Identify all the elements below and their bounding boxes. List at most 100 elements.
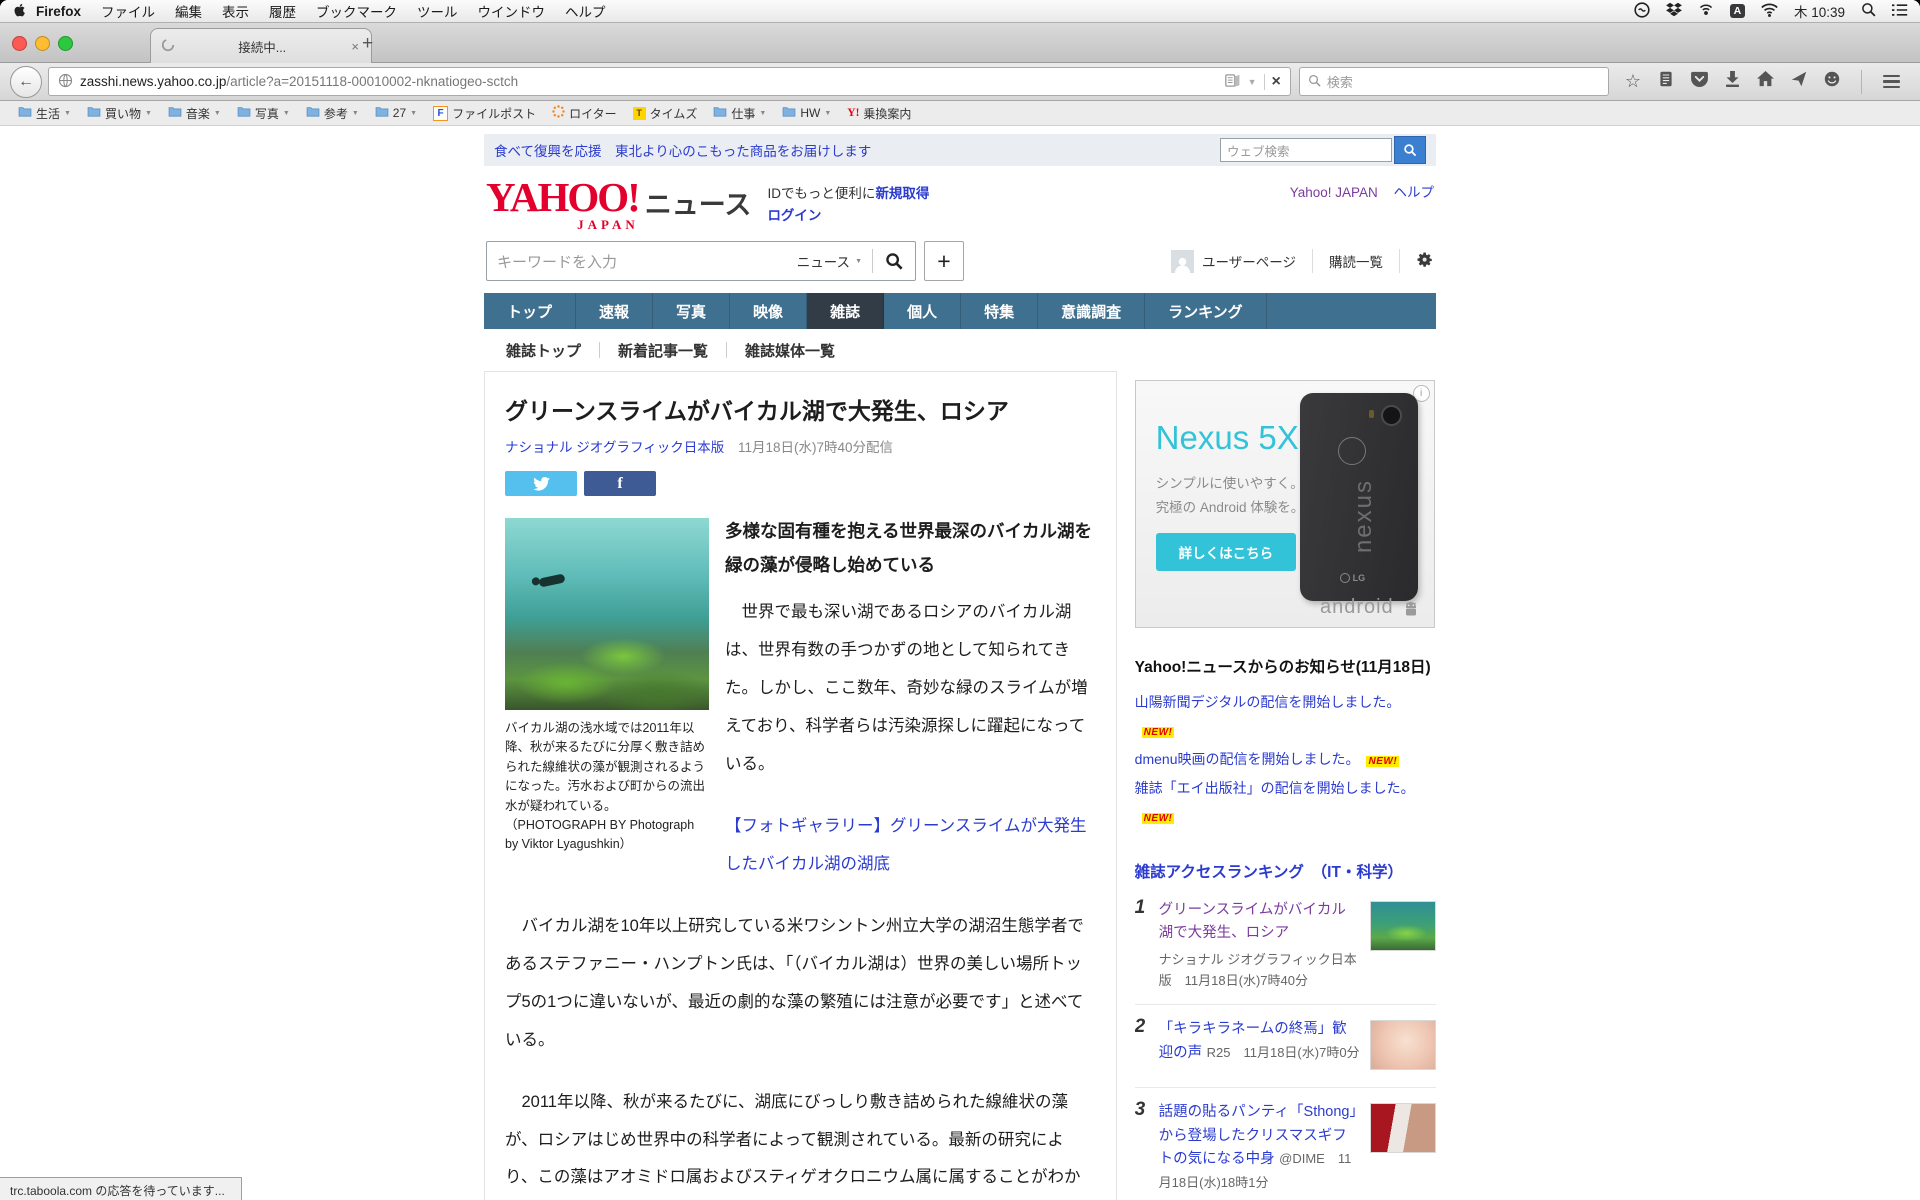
menubar-item-window[interactable]: ウインドウ xyxy=(468,1,556,21)
tab-magazine[interactable]: 雑誌 xyxy=(807,293,884,329)
article-paragraph: 2011年以降、秋が来るたびに、湖底にびっしり敷き詰められた線維状の藻が、ロシア… xyxy=(505,1084,1096,1200)
ranking-thumbnail[interactable] xyxy=(1370,1020,1436,1070)
send-tab-icon[interactable] xyxy=(1791,71,1807,92)
bookmark-folder-hw[interactable]: HW▼ xyxy=(774,106,839,120)
ranking-thumbnail[interactable] xyxy=(1370,1103,1436,1153)
stop-loading-button[interactable]: × xyxy=(1272,73,1281,91)
tab-personal[interactable]: 個人 xyxy=(884,293,961,329)
download-icon[interactable] xyxy=(1725,71,1740,92)
spotlight-icon[interactable] xyxy=(1861,2,1876,20)
bookmark-transfer-guide[interactable]: Y!乗換案内 xyxy=(839,105,919,122)
news-search-button[interactable] xyxy=(873,242,915,280)
news-search-box[interactable]: キーワードを入力 ニュース▼ xyxy=(486,241,916,281)
tab-video[interactable]: 映像 xyxy=(730,293,807,329)
gear-icon[interactable] xyxy=(1416,251,1434,272)
yahoo-transit-icon: Y! xyxy=(847,107,859,119)
bookmark-folder-reference[interactable]: 参考▼ xyxy=(298,105,367,122)
notice-link[interactable]: 山陽新聞デジタルの配信を開始しました。 xyxy=(1135,694,1401,710)
bookmark-folder-shopping[interactable]: 買い物▼ xyxy=(79,105,160,122)
reader-mode-icon[interactable] xyxy=(1225,74,1241,90)
tab-survey[interactable]: 意識調査 xyxy=(1038,293,1145,329)
menubar-item-edit[interactable]: 編集 xyxy=(165,1,212,21)
ranking-thumbnail[interactable] xyxy=(1370,901,1436,951)
add-search-tab-button[interactable]: + xyxy=(924,241,964,281)
zoom-window-button[interactable] xyxy=(58,36,73,51)
browser-tab[interactable]: 接続中... × xyxy=(150,28,372,63)
ranking-heading[interactable]: 雑誌アクセスランキング （IT・科学） xyxy=(1135,860,1436,882)
smiley-feedback-icon[interactable] xyxy=(1824,71,1840,92)
menubar-app-name[interactable]: Firefox xyxy=(26,4,91,19)
input-source-icon[interactable]: A xyxy=(1730,4,1745,18)
nexus-ad[interactable]: i Nexus 5X シンプルに使いやすく。 究極の Android 体験を。 … xyxy=(1135,380,1435,628)
bookmark-filepost[interactable]: Fファイルポスト xyxy=(425,105,544,122)
reading-list-icon[interactable] xyxy=(1658,71,1674,92)
bookmark-star-icon[interactable]: ☆ xyxy=(1625,71,1641,92)
bookmark-folder-work[interactable]: 仕事▼ xyxy=(705,105,774,122)
pocket-icon[interactable] xyxy=(1691,71,1708,92)
bookmarks-toolbar: 生活▼ 買い物▼ 音楽▼ 写真▼ 参考▼ 27▼ Fファイルポスト ロイター T… xyxy=(0,101,1920,126)
help-link[interactable]: ヘルプ xyxy=(1394,185,1435,200)
home-icon[interactable] xyxy=(1757,71,1774,92)
subscriptions-link[interactable]: 購読一覧 xyxy=(1329,251,1383,271)
reader-dropdown-icon[interactable]: ▼ xyxy=(1248,77,1257,87)
twitter-share-button[interactable] xyxy=(505,471,577,496)
tab-photo[interactable]: 写真 xyxy=(653,293,730,329)
menu-hamburger-icon[interactable] xyxy=(1883,75,1900,89)
web-search-button[interactable] xyxy=(1394,136,1426,164)
article-source-link[interactable]: ナショナル ジオグラフィック日本版 xyxy=(505,440,724,455)
register-link[interactable]: 新規取得 xyxy=(875,186,929,201)
ranking-link[interactable]: グリーンスライムがバイカル湖で大発生、ロシア xyxy=(1159,902,1346,941)
apple-icon[interactable] xyxy=(12,2,26,21)
yahoo-japan-link[interactable]: Yahoo! JAPAN xyxy=(1290,185,1378,200)
bookmark-folder-music[interactable]: 音楽▼ xyxy=(160,105,229,122)
subnav-new-articles[interactable]: 新着記事一覧 xyxy=(600,340,726,361)
tab-top[interactable]: トップ xyxy=(484,293,576,329)
bookmark-folder-life[interactable]: 生活▼ xyxy=(10,105,79,122)
menubar-item-bookmarks[interactable]: ブックマーク xyxy=(306,1,407,21)
tab-feature[interactable]: 特集 xyxy=(961,293,1038,329)
yahoo-news-logo[interactable]: YAHOO!JAPAN ニュース xyxy=(486,179,751,233)
menubar-item-help[interactable]: ヘルプ xyxy=(555,1,616,21)
close-window-button[interactable] xyxy=(12,36,27,51)
bookmark-reuters[interactable]: ロイター xyxy=(544,105,625,122)
new-tab-button[interactable]: + xyxy=(362,33,373,55)
rank-number: 2 xyxy=(1135,1016,1146,1038)
menubar-item-file[interactable]: ファイル xyxy=(91,1,165,21)
tab-ranking[interactable]: ランキング xyxy=(1145,293,1267,329)
dropbox-icon[interactable] xyxy=(1666,2,1682,20)
bookmark-times[interactable]: Tタイムズ xyxy=(625,105,706,122)
subnav-magazine-media[interactable]: 雑誌媒体一覧 xyxy=(727,340,853,361)
minimize-window-button[interactable] xyxy=(35,36,50,51)
menubar-item-history[interactable]: 履歴 xyxy=(259,1,306,21)
url-domain: zasshi.news.yahoo.co.jp xyxy=(80,74,226,89)
web-search-input[interactable]: ウェブ検索 xyxy=(1220,138,1392,162)
article-photo[interactable] xyxy=(505,518,709,710)
url-bar[interactable]: zasshi.news.yahoo.co.jp/article?a=201511… xyxy=(48,67,1291,96)
ranking-item: 1 グリーンスライムがバイカル湖で大発生、ロシア ナショナル ジオグラフィック日… xyxy=(1135,886,1436,1005)
promo-link[interactable]: 食べて復興を応援 東北より心のこもった商品をお届けします xyxy=(494,140,871,160)
news-search-row: キーワードを入力 ニュース▼ + ユーザーページ 購読一覧 xyxy=(484,237,1436,293)
notice-link[interactable]: 雑誌「エイ出版社」の配信を開始しました。 xyxy=(1135,780,1415,796)
menubar-clock[interactable]: 木 10:39 xyxy=(1794,1,1845,21)
bookmark-folder-photo[interactable]: 写真▼ xyxy=(229,105,298,122)
notification-center-icon[interactable] xyxy=(1892,3,1908,20)
notice-link[interactable]: dmenu映画の配信を開始しました。 xyxy=(1135,751,1360,767)
search-category-dropdown[interactable]: ニュース▼ xyxy=(797,251,872,271)
creative-cloud-icon[interactable] xyxy=(1634,2,1650,21)
bookmark-folder-27[interactable]: 27▼ xyxy=(367,106,425,120)
user-page-link[interactable]: ユーザーページ xyxy=(1202,251,1296,271)
back-button[interactable]: ← xyxy=(10,66,42,98)
login-link[interactable]: ログイン xyxy=(767,208,821,223)
hotspot-icon[interactable] xyxy=(1698,2,1714,20)
ad-cta-button[interactable]: 詳しくはこちら xyxy=(1156,533,1297,571)
tab-flash[interactable]: 速報 xyxy=(576,293,653,329)
subnav-magazine-top[interactable]: 雑誌トップ xyxy=(488,340,599,361)
browser-search-field[interactable]: 検索 xyxy=(1299,67,1609,96)
tab-close-icon[interactable]: × xyxy=(349,39,361,54)
wifi-icon[interactable] xyxy=(1761,3,1778,20)
menubar-item-tools[interactable]: ツール xyxy=(407,1,468,21)
facebook-share-button[interactable]: f xyxy=(584,471,656,496)
menubar-item-view[interactable]: 表示 xyxy=(212,1,259,21)
chevron-down-icon: ▼ xyxy=(855,258,862,265)
urlbar-divider xyxy=(1264,74,1265,90)
